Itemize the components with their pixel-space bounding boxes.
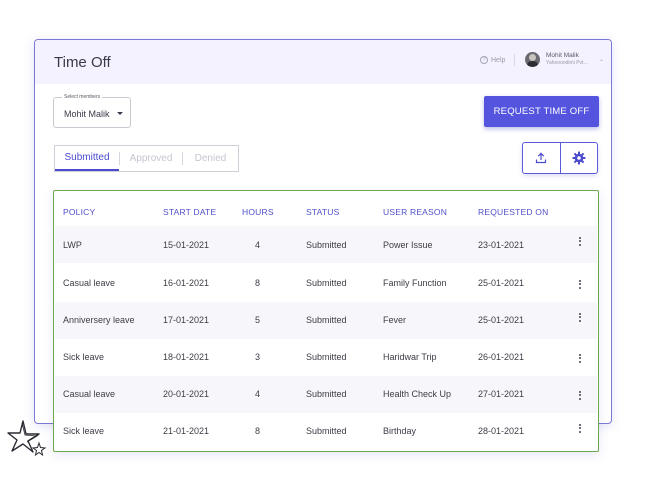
table-row[interactable]: LWP 15-01-2021 4 Submitted Power Issue 2… [55,226,597,263]
row-actions-kebab-icon[interactable] [575,278,585,290]
cell-hours: 5 [255,315,261,325]
avatar [525,52,540,67]
column-header-user-reason[interactable]: USER REASON [383,207,447,217]
cell-status: Submitted [306,315,347,325]
user-name: Mohit Malik [546,52,579,59]
cell-status: Submitted [306,426,347,436]
cell-hours: 4 [255,240,261,250]
cell-start-date: 16-01-2021 [163,278,210,288]
cell-hours: 4 [255,389,261,399]
table-row[interactable]: Sick leave 18-01-2021 3 Submitted Haridw… [55,339,597,376]
cell-start-date: 20-01-2021 [163,389,210,399]
cell-policy: Anniversery leave [63,315,135,325]
caret-down-icon [117,112,123,115]
star-doodle-icon [7,420,47,457]
cell-hours: 8 [255,278,261,288]
help-label: Help [491,56,506,64]
cell-policy: Sick leave [63,426,105,436]
status-tabs: Submitted Approved Denied [54,145,239,172]
cell-status: Submitted [306,389,347,399]
user-company: Yahoooodimi Pvt... [546,60,588,66]
cell-hours: 8 [255,426,261,436]
column-header-start-date[interactable]: START DATE [163,207,216,217]
user-profile-menu[interactable]: Mohit Malik Yahoooodimi Pvt... ⌄ [525,52,604,67]
column-header-status[interactable]: STATUS [306,207,339,217]
upload-icon [536,152,547,164]
cell-requested-on: 23-01-2021 [478,240,525,250]
question-circle-icon: ? [480,56,488,64]
tab-denied[interactable]: Denied [183,146,238,171]
cell-hours: 3 [255,352,261,362]
profile-text: Mohit Malik Yahoooodimi Pvt... [546,52,594,67]
app-header: Time Off ? Help Mohit Malik Yahoooodimi … [35,40,611,84]
cell-start-date: 15-01-2021 [163,240,210,250]
cell-start-date: 21-01-2021 [163,426,210,436]
cell-start-date: 17-01-2021 [163,315,210,325]
member-select-value: Mohit Malik [64,109,110,119]
cell-user-reason: Haridwar Trip [383,352,437,362]
cell-policy: Casual leave [63,278,116,288]
tab-submitted[interactable]: Submitted [55,146,119,171]
cell-status: Submitted [306,240,347,250]
cell-user-reason: Fever [383,315,407,325]
cell-user-reason: Power Issue [383,240,433,250]
cell-start-date: 18-01-2021 [163,352,210,362]
row-actions-kebab-icon[interactable] [575,352,585,364]
help-link[interactable]: ? Help [480,56,505,64]
cell-policy: Casual leave [63,389,116,399]
cell-status: Submitted [306,278,347,288]
table-tools [522,142,598,174]
row-actions-kebab-icon[interactable] [575,235,585,247]
member-select-label: Select members [62,93,103,101]
request-time-off-button[interactable]: REQUEST TIME OFF [484,96,599,127]
table-row[interactable]: Sick leave 21-01-2021 8 Submitted Birthd… [55,413,597,450]
cell-requested-on: 28-01-2021 [478,426,525,436]
table-row[interactable]: Casual leave 20-01-2021 4 Submitted Heal… [55,376,597,413]
page-title: Time Off [54,54,111,71]
column-header-hours[interactable]: HOURS [242,207,274,217]
cell-user-reason: Birthday [383,426,417,436]
row-actions-kebab-icon[interactable] [575,311,585,323]
cell-user-reason: Family Function [383,278,447,288]
header-divider [514,54,515,66]
column-header-requested-on[interactable]: REQUESTED ON [478,207,548,217]
cell-requested-on: 25-01-2021 [478,278,525,288]
settings-button[interactable] [561,143,598,173]
cell-user-reason: Health Check Up [383,389,452,399]
column-header-policy[interactable]: POLICY [63,207,95,217]
cell-policy: LWP [63,240,82,250]
cell-requested-on: 26-01-2021 [478,352,525,362]
upload-button[interactable] [523,143,560,173]
table-row[interactable]: Anniversery leave 17-01-2021 5 Submitted… [55,302,597,339]
member-select[interactable]: Select members Mohit Malik [53,93,131,128]
tab-approved[interactable]: Approved [120,146,182,171]
cell-requested-on: 27-01-2021 [478,389,525,399]
cell-status: Submitted [306,352,347,362]
row-actions-kebab-icon[interactable] [575,422,585,434]
gear-icon [572,151,586,165]
chevron-down-icon: ⌄ [599,57,605,63]
row-actions-kebab-icon[interactable] [575,389,585,401]
table-row[interactable]: Casual leave 16-01-2021 8 Submitted Fami… [55,264,597,301]
time-off-table: POLICY START DATE HOURS STATUS USER REAS… [53,190,599,452]
cell-policy: Sick leave [63,352,105,362]
cell-requested-on: 25-01-2021 [478,315,525,325]
